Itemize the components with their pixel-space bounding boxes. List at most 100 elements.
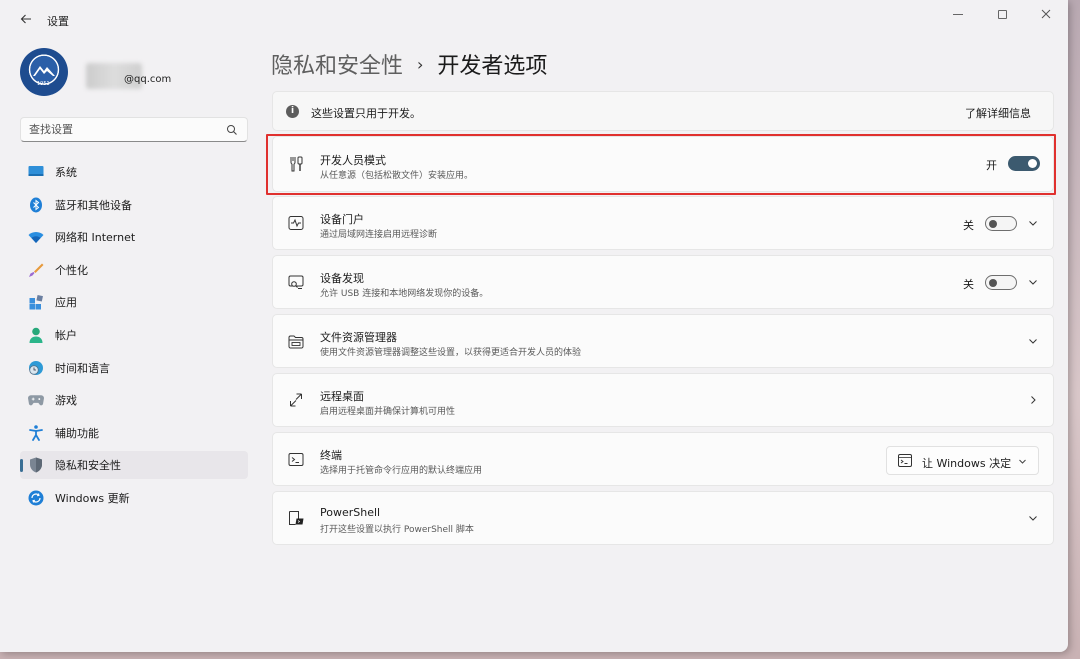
- avatar-text: 1951: [37, 81, 50, 87]
- sidebar-item-network[interactable]: 网络和 Internet: [20, 223, 248, 251]
- window-controls: [936, 0, 1068, 30]
- sidebar-item-label: 蓝牙和其他设备: [55, 198, 132, 212]
- mountain-logo-icon: [33, 66, 55, 76]
- device-search-icon: [287, 273, 305, 291]
- user-email: @qq.com: [124, 74, 172, 85]
- sidebar-nav: 系统 蓝牙和其他设备 网络和 Internet 个性化 应用 帐户 时间和语言 …: [20, 158, 248, 517]
- sidebar-item-label: 帐户: [55, 328, 77, 342]
- gamepad-icon: [28, 392, 44, 408]
- dropdown-selected-value: 让 Windows 决定: [922, 457, 1012, 470]
- row-title: 设备门户: [320, 213, 364, 226]
- info-banner: i 这些设置只用于开发。 了解详细信息: [272, 91, 1054, 131]
- toggle-state-label: 关: [963, 278, 974, 291]
- monitor-icon: [28, 164, 44, 180]
- sidebar-item-label: 辅助功能: [55, 426, 99, 440]
- breadcrumb-separator: ›: [417, 54, 424, 74]
- avatar: 1951: [20, 48, 68, 96]
- sidebar-item-label: 隐私和安全性: [55, 459, 121, 473]
- row-description: 打开这些设置以执行 PowerShell 脚本: [320, 525, 474, 535]
- minimize-button[interactable]: [936, 0, 980, 28]
- row-title: 设备发现: [320, 272, 364, 285]
- update-icon: [28, 490, 44, 506]
- close-icon: [1041, 9, 1051, 19]
- chevron-down-icon[interactable]: [1027, 276, 1039, 288]
- info-text: 这些设置只用于开发。: [311, 107, 421, 120]
- search-icon: [227, 125, 237, 135]
- sidebar-item-label: 系统: [55, 166, 77, 179]
- sidebar-item-label: Windows 更新: [55, 491, 130, 505]
- sidebar-item-bluetooth[interactable]: 蓝牙和其他设备: [20, 191, 248, 219]
- accessibility-icon: [28, 424, 44, 441]
- search-input[interactable]: [29, 123, 219, 136]
- back-button[interactable]: [14, 9, 38, 31]
- page-title: 开发者选项: [437, 54, 548, 79]
- default-terminal-dropdown[interactable]: 让 Windows 决定: [886, 446, 1039, 475]
- powershell-row[interactable]: PowerShell 打开这些设置以执行 PowerShell 脚本: [272, 491, 1054, 545]
- row-title: 开发人员模式: [320, 154, 386, 167]
- remote-desktop-row[interactable]: 远程桌面 启用远程桌面并确保计算机可用性: [272, 373, 1054, 427]
- row-title: 终端: [320, 449, 342, 462]
- row-description: 允许 USB 连接和本地网络发现你的设备。: [320, 289, 489, 299]
- person-icon: [28, 327, 44, 343]
- chevron-down-icon[interactable]: [1027, 335, 1039, 347]
- info-icon: i: [286, 105, 299, 118]
- toggle-state-label: 关: [963, 219, 974, 232]
- row-description: 选择用于托管命令行应用的默认终端应用: [320, 466, 483, 476]
- row-description: 使用文件资源管理器调整这些设置，以获得更适合开发人员的体验: [320, 348, 582, 358]
- sidebar-item-gaming[interactable]: 游戏: [20, 386, 248, 414]
- breadcrumb: 隐私和安全性 › 开发者选项: [271, 48, 547, 80]
- sidebar-item-privacy-security[interactable]: 隐私和安全性: [20, 451, 248, 480]
- arrow-left-icon: [20, 14, 31, 24]
- chevron-down-icon[interactable]: [1027, 217, 1039, 229]
- device-discovery-row[interactable]: 设备发现 允许 USB 连接和本地网络发现你的设备。 关: [272, 255, 1054, 309]
- folder-icon: [287, 332, 305, 350]
- row-title: 文件资源管理器: [320, 331, 397, 344]
- sidebar-item-label: 网络和 Internet: [55, 231, 136, 245]
- device-portal-row[interactable]: 设备门户 通过局域网连接启用远程诊断 关: [272, 196, 1054, 250]
- minimize-icon: [953, 13, 963, 15]
- chevron-right-icon[interactable]: [1027, 394, 1039, 406]
- sidebar-item-time-language[interactable]: 时间和语言: [20, 354, 248, 382]
- powershell-icon: [287, 509, 305, 527]
- row-title: PowerShell: [320, 506, 381, 519]
- search-field[interactable]: [20, 117, 248, 142]
- sidebar-item-label: 游戏: [55, 394, 77, 408]
- row-description: 通过局域网连接启用远程诊断: [320, 230, 438, 240]
- brush-icon: [28, 262, 44, 278]
- close-button[interactable]: [1024, 0, 1068, 28]
- maximize-icon: [997, 9, 1007, 19]
- shield-icon: [28, 457, 44, 473]
- sidebar-item-accessibility[interactable]: 辅助功能: [20, 419, 248, 447]
- settings-window: 设置 1951 @qq.com 查找设置 系统 蓝牙和其他设备 网络和 Inte…: [0, 0, 1068, 652]
- sidebar-item-apps[interactable]: 应用: [20, 288, 248, 316]
- learn-more-link[interactable]: 了解详细信息: [965, 105, 1031, 121]
- device-portal-toggle[interactable]: [985, 216, 1017, 231]
- app-title: 设置: [47, 15, 69, 28]
- terminal-app-icon: [898, 454, 912, 467]
- row-title: 远程桌面: [320, 390, 364, 403]
- pulse-icon: [287, 214, 305, 232]
- sidebar: 1951 @qq.com 系统 蓝牙和其他设备 网络和 Internet: [0, 40, 260, 652]
- breadcrumb-parent[interactable]: 隐私和安全性: [271, 48, 403, 80]
- toggle-state-label: 开: [986, 159, 997, 172]
- device-discovery-toggle[interactable]: [985, 275, 1017, 290]
- chevron-down-icon: [1019, 459, 1026, 464]
- sidebar-item-accounts[interactable]: 帐户: [20, 321, 248, 349]
- developer-mode-toggle[interactable]: [1008, 156, 1040, 171]
- sidebar-item-system[interactable]: 系统: [20, 158, 248, 186]
- user-profile[interactable]: 1951 @qq.com: [20, 48, 260, 98]
- sidebar-item-windows-update[interactable]: Windows 更新: [20, 484, 248, 512]
- sidebar-item-personalization[interactable]: 个性化: [20, 256, 248, 284]
- terminal-icon: [287, 450, 305, 468]
- row-description: 从任意源（包括松散文件）安装应用。: [320, 171, 474, 181]
- chevron-down-icon[interactable]: [1027, 512, 1039, 524]
- developer-tools-icon: [287, 155, 305, 173]
- sidebar-item-label: 应用: [55, 296, 77, 310]
- apps-icon: [28, 294, 44, 310]
- maximize-button[interactable]: [980, 0, 1024, 28]
- terminal-row: 终端 选择用于托管命令行应用的默认终端应用 让 Windows 决定: [272, 432, 1054, 486]
- wifi-icon: [28, 229, 44, 245]
- file-explorer-row[interactable]: 文件资源管理器 使用文件资源管理器调整这些设置，以获得更适合开发人员的体验: [272, 314, 1054, 368]
- row-description: 启用远程桌面并确保计算机可用性: [320, 407, 456, 417]
- globe-clock-icon: [28, 360, 44, 376]
